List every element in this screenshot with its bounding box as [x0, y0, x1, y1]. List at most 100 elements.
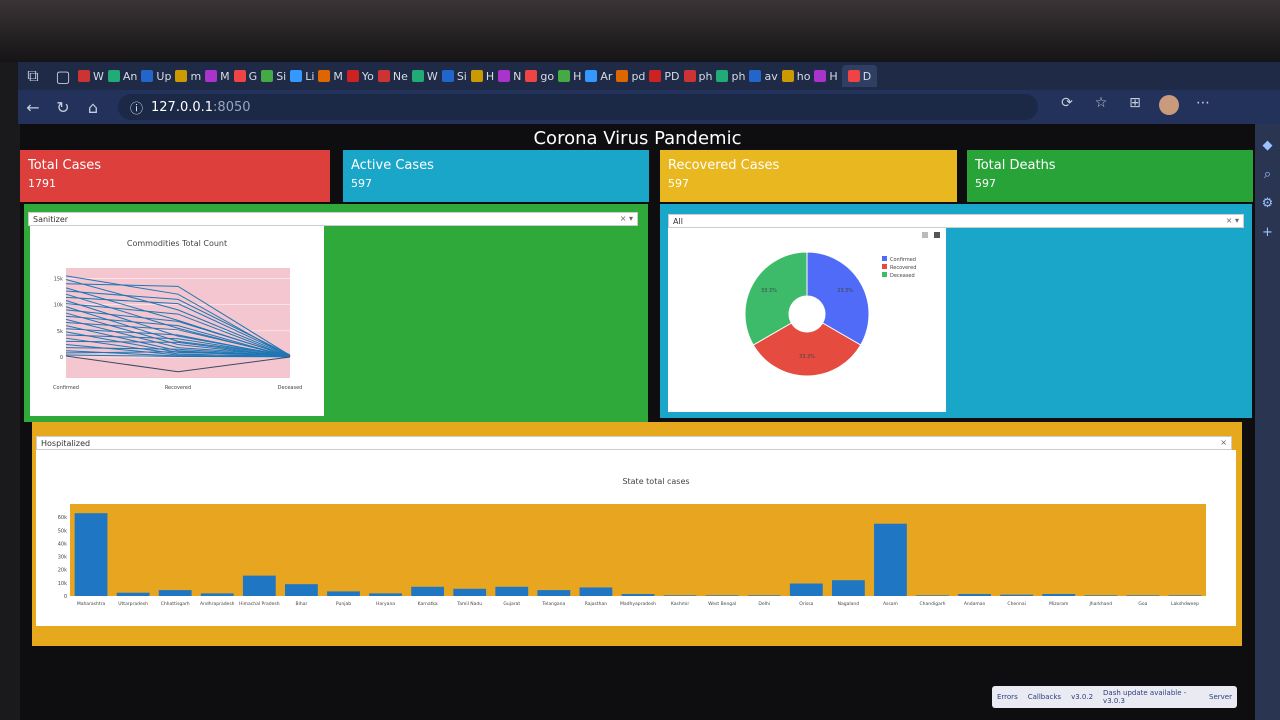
- y-tick-label: 40k: [58, 541, 67, 547]
- x-tick-label: Orissa: [799, 601, 813, 607]
- dash-devtools-bar: Errors Callbacks v3.0.2 Dash update avai…: [992, 686, 1237, 708]
- clear-and-chevron-icon[interactable]: × ▾: [1226, 216, 1239, 225]
- browser-tab[interactable]: W: [411, 65, 438, 87]
- devtools-update[interactable]: Dash update available - v3.0.3: [1103, 689, 1199, 705]
- browser-tab[interactable]: Ar: [585, 65, 612, 87]
- bar: [663, 595, 697, 596]
- devtools-version: v3.0.2: [1071, 693, 1094, 701]
- home-icon[interactable]: ⌂: [78, 98, 108, 117]
- browser-tab[interactable]: W: [78, 65, 104, 87]
- bar: [537, 590, 571, 596]
- more-icon[interactable]: ⋯: [1186, 95, 1220, 119]
- tab-favicon-icon: [175, 70, 188, 82]
- workspaces-icon[interactable]: ⧉: [18, 66, 48, 86]
- x-tick-label: Confirmed: [53, 385, 79, 391]
- bar: [874, 523, 907, 596]
- bar: [958, 594, 992, 596]
- card-value: 1791: [28, 177, 56, 190]
- tab-label: Ne: [392, 69, 408, 83]
- browser-tab[interactable]: M: [318, 65, 343, 87]
- tab-label: Ar: [600, 69, 613, 83]
- tab-label: ho: [796, 69, 811, 83]
- extensions-icon[interactable]: ⟳: [1050, 95, 1084, 119]
- x-tick-label: Lakshdweep: [1171, 601, 1199, 607]
- x-tick-label: Himachal Pradesh: [239, 601, 280, 607]
- x-tick-label: Maharashtra: [77, 601, 106, 607]
- browser-tab[interactable]: H: [814, 65, 838, 87]
- tab-favicon-icon: [470, 70, 483, 82]
- devtools-server[interactable]: Server: [1209, 693, 1232, 701]
- browser-tab[interactable]: m: [175, 65, 201, 87]
- browser-tab[interactable]: H: [558, 65, 581, 87]
- add-icon[interactable]: +: [1255, 225, 1280, 240]
- back-icon[interactable]: ←: [18, 98, 48, 117]
- legend-swatch: [882, 264, 887, 269]
- y-tick-label: 50k: [58, 528, 67, 534]
- y-tick-label: 15k: [54, 276, 63, 282]
- browser-tab[interactable]: G: [233, 65, 258, 87]
- tab-label: M: [220, 69, 230, 83]
- card-label: Total Cases: [28, 158, 102, 173]
- browser-sidebar: ◆ ⌕ ⚙ +: [1255, 124, 1280, 720]
- tab-favicon-icon: [585, 70, 598, 82]
- tab-label: H: [485, 69, 495, 83]
- bar: [1168, 595, 1202, 596]
- refresh-icon[interactable]: ↻: [48, 98, 78, 117]
- search-icon[interactable]: ⌕: [1255, 167, 1280, 182]
- state-dropdown[interactable]: All × ▾: [668, 214, 1244, 228]
- tab-label: ph: [731, 69, 746, 83]
- settings-icon[interactable]: ⚙: [1255, 196, 1280, 211]
- tab-actions-icon[interactable]: ▢: [48, 67, 78, 86]
- browser-tab[interactable]: D: [841, 65, 878, 87]
- devtools-callbacks[interactable]: Callbacks: [1028, 693, 1061, 701]
- tab-favicon-icon: [498, 70, 511, 82]
- favorites-icon[interactable]: ☆: [1084, 95, 1118, 119]
- profile-avatar[interactable]: [1152, 95, 1186, 119]
- browser-tab[interactable]: Ne: [377, 65, 408, 87]
- devtools-errors[interactable]: Errors: [997, 693, 1018, 701]
- tab-label: D: [862, 69, 872, 83]
- collections-icon[interactable]: ⊞: [1118, 95, 1152, 119]
- x-tick-label: Jharkhand: [1088, 601, 1112, 607]
- clear-and-chevron-icon[interactable]: × ▾: [620, 214, 633, 223]
- tab-label: H: [829, 69, 838, 83]
- browser-tab[interactable]: Si: [441, 65, 467, 87]
- browser-tab[interactable]: ho: [781, 65, 811, 87]
- browser-tab[interactable]: Yo: [346, 65, 374, 87]
- tab-label: G: [248, 69, 258, 83]
- x-tick-label: Assam: [883, 601, 898, 607]
- legend-swatch: [882, 256, 887, 261]
- browser-tab[interactable]: Up: [141, 65, 171, 87]
- bar: [747, 595, 781, 596]
- browser-tab[interactable]: ph: [716, 65, 745, 87]
- hospitalized-dropdown[interactable]: Hospitalized ×: [36, 436, 1232, 450]
- y-tick-label: 5k: [57, 329, 63, 335]
- copilot-icon[interactable]: ◆: [1255, 138, 1280, 153]
- tab-label: M: [333, 69, 343, 83]
- browser-tab[interactable]: Si: [261, 65, 286, 87]
- browser-tab[interactable]: av: [749, 65, 778, 87]
- bar: [116, 592, 150, 596]
- tab-favicon-icon: [716, 70, 729, 82]
- clear-icon[interactable]: ×: [1220, 438, 1227, 447]
- browser-tab[interactable]: ph: [683, 65, 712, 87]
- browser-tab[interactable]: An: [107, 65, 137, 87]
- browser-tab[interactable]: N: [498, 65, 521, 87]
- commodity-dropdown[interactable]: Sanitizer × ▾: [28, 212, 638, 226]
- chart-title: Commodities Total Count: [127, 239, 227, 248]
- browser-tab[interactable]: H: [470, 65, 495, 87]
- bar: [327, 591, 360, 596]
- x-tick-label: Madhyapradesh: [620, 601, 656, 607]
- dropdown-value: Hospitalized: [41, 439, 91, 448]
- browser-tab[interactable]: PD: [649, 65, 680, 87]
- browser-tab[interactable]: go: [525, 65, 554, 87]
- tab-favicon-icon: [847, 70, 860, 82]
- url-host: 127.0.0.1: [151, 99, 214, 115]
- url-field[interactable]: ⓘ 127.0.0.1:8050: [118, 94, 1038, 120]
- bar: [200, 593, 234, 596]
- browser-tab[interactable]: M: [205, 65, 230, 87]
- browser-tab[interactable]: Li: [290, 65, 314, 87]
- browser-tab[interactable]: pd: [616, 65, 645, 87]
- commodities-panel: Sanitizer × ▾ Commodities Total Count 0 5k…: [24, 204, 648, 422]
- x-tick-label: Kashmir: [671, 601, 689, 607]
